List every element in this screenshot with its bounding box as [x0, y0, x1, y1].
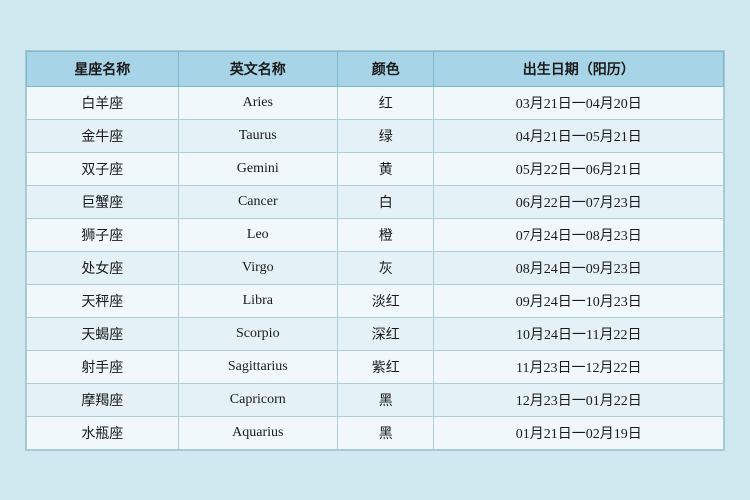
table-header-row: 星座名称 英文名称 颜色 出生日期（阳历）	[27, 51, 724, 86]
cell-english-name: Libra	[178, 284, 337, 317]
cell-chinese-name: 狮子座	[27, 218, 179, 251]
cell-color: 绿	[337, 119, 434, 152]
cell-color: 黑	[337, 383, 434, 416]
table-body: 白羊座Aries红03月21日一04月20日金牛座Taurus绿04月21日一0…	[27, 86, 724, 449]
header-english-name: 英文名称	[178, 51, 337, 86]
cell-color: 白	[337, 185, 434, 218]
header-chinese-name: 星座名称	[27, 51, 179, 86]
cell-color: 红	[337, 86, 434, 119]
cell-dates: 06月22日一07月23日	[434, 185, 724, 218]
cell-english-name: Aquarius	[178, 416, 337, 449]
cell-dates: 10月24日一11月22日	[434, 317, 724, 350]
cell-english-name: Gemini	[178, 152, 337, 185]
cell-chinese-name: 巨蟹座	[27, 185, 179, 218]
table-row: 摩羯座Capricorn黑12月23日一01月22日	[27, 383, 724, 416]
cell-english-name: Scorpio	[178, 317, 337, 350]
cell-dates: 04月21日一05月21日	[434, 119, 724, 152]
cell-chinese-name: 天蝎座	[27, 317, 179, 350]
cell-english-name: Taurus	[178, 119, 337, 152]
cell-chinese-name: 摩羯座	[27, 383, 179, 416]
table-row: 处女座Virgo灰08月24日一09月23日	[27, 251, 724, 284]
cell-chinese-name: 天秤座	[27, 284, 179, 317]
table-row: 射手座Sagittarius紫红11月23日一12月22日	[27, 350, 724, 383]
cell-dates: 07月24日一08月23日	[434, 218, 724, 251]
cell-color: 黄	[337, 152, 434, 185]
cell-english-name: Leo	[178, 218, 337, 251]
table-row: 天蝎座Scorpio深红10月24日一11月22日	[27, 317, 724, 350]
cell-chinese-name: 处女座	[27, 251, 179, 284]
table-row: 狮子座Leo橙07月24日一08月23日	[27, 218, 724, 251]
cell-dates: 03月21日一04月20日	[434, 86, 724, 119]
header-birth-date: 出生日期（阳历）	[434, 51, 724, 86]
header-color: 颜色	[337, 51, 434, 86]
zodiac-table-container: 星座名称 英文名称 颜色 出生日期（阳历） 白羊座Aries红03月21日一04…	[25, 50, 725, 451]
cell-color: 淡红	[337, 284, 434, 317]
cell-dates: 11月23日一12月22日	[434, 350, 724, 383]
cell-color: 橙	[337, 218, 434, 251]
table-row: 双子座Gemini黄05月22日一06月21日	[27, 152, 724, 185]
cell-chinese-name: 射手座	[27, 350, 179, 383]
cell-english-name: Cancer	[178, 185, 337, 218]
table-row: 水瓶座Aquarius黑01月21日一02月19日	[27, 416, 724, 449]
zodiac-table: 星座名称 英文名称 颜色 出生日期（阳历） 白羊座Aries红03月21日一04…	[26, 51, 724, 450]
cell-dates: 09月24日一10月23日	[434, 284, 724, 317]
table-row: 巨蟹座Cancer白06月22日一07月23日	[27, 185, 724, 218]
cell-dates: 12月23日一01月22日	[434, 383, 724, 416]
cell-color: 深红	[337, 317, 434, 350]
cell-chinese-name: 白羊座	[27, 86, 179, 119]
cell-dates: 05月22日一06月21日	[434, 152, 724, 185]
table-row: 天秤座Libra淡红09月24日一10月23日	[27, 284, 724, 317]
cell-dates: 08月24日一09月23日	[434, 251, 724, 284]
cell-chinese-name: 水瓶座	[27, 416, 179, 449]
cell-english-name: Virgo	[178, 251, 337, 284]
cell-english-name: Sagittarius	[178, 350, 337, 383]
cell-chinese-name: 金牛座	[27, 119, 179, 152]
cell-english-name: Aries	[178, 86, 337, 119]
cell-chinese-name: 双子座	[27, 152, 179, 185]
cell-english-name: Capricorn	[178, 383, 337, 416]
table-row: 白羊座Aries红03月21日一04月20日	[27, 86, 724, 119]
cell-dates: 01月21日一02月19日	[434, 416, 724, 449]
cell-color: 灰	[337, 251, 434, 284]
table-row: 金牛座Taurus绿04月21日一05月21日	[27, 119, 724, 152]
cell-color: 紫红	[337, 350, 434, 383]
cell-color: 黑	[337, 416, 434, 449]
